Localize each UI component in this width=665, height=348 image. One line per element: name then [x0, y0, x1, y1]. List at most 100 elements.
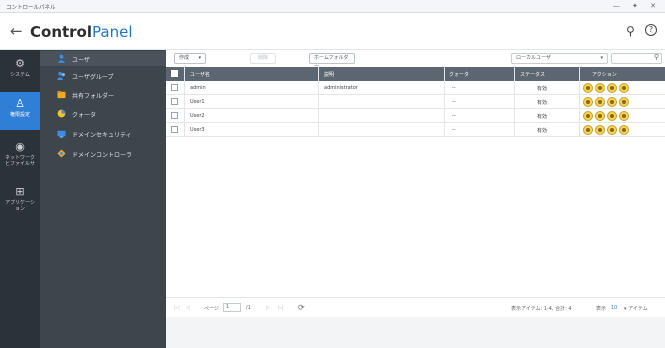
window-controls[interactable]: — ✦ ✕ [613, 2, 661, 10]
column-header-actions: アクション [592, 72, 617, 78]
rail-item-applications[interactable]: ⊞ アプリケーシ ョン [0, 180, 40, 224]
column-divider [579, 67, 580, 137]
edit-groups-icon[interactable] [595, 125, 605, 135]
edit-account-icon[interactable] [583, 125, 593, 135]
last-page-icon[interactable]: ▷| [278, 305, 284, 311]
delete-button[interactable]: 削除 [250, 53, 276, 64]
edit-quota-icon[interactable] [619, 111, 629, 121]
create-button-label: 作成 [179, 55, 190, 61]
edit-account-icon[interactable] [583, 83, 593, 93]
subnav-item-shared-folders[interactable]: 共有フォルダー [40, 87, 166, 102]
column-divider [514, 67, 515, 137]
subnav-item-label: ユーザグループ [72, 74, 114, 81]
bottom-area [166, 317, 665, 348]
domain-controller-icon [57, 149, 66, 158]
back-arrow-icon[interactable]: ← [10, 22, 23, 40]
cell-status: 有効 [537, 114, 548, 120]
table-row[interactable]: User2 -- 有効 [166, 109, 665, 123]
cell-quota: -- [452, 85, 456, 91]
subnav-item-domain-security[interactable]: ドメインセキュリティ [40, 126, 166, 141]
column-header-description[interactable]: 説明 [324, 71, 334, 78]
table-row[interactable]: User3 -- 有効 [166, 123, 665, 137]
edit-quota-icon[interactable] [619, 125, 629, 135]
app-title: ControlPanel [30, 23, 132, 41]
chevron-down-icon: ▾ [600, 55, 603, 61]
table-row[interactable]: User1 -- 有効 [166, 95, 665, 109]
search-input[interactable]: ⚲ [611, 53, 662, 64]
subnav-item-label: ドメインセキュリティ [72, 132, 132, 139]
cell-username: User1 [190, 99, 205, 105]
cell-username: User3 [190, 127, 205, 133]
select-all-checkbox[interactable] [171, 70, 178, 77]
help-icon[interactable]: ? [645, 24, 657, 36]
category-rail: ⚙ システム ♙ 権限設定 ◉ ネットワーク とファイルサ ⊞ アプリケーシ ョ… [0, 50, 40, 348]
edit-groups-icon[interactable] [595, 83, 605, 93]
cell-quota: -- [452, 127, 456, 133]
prev-page-icon[interactable]: ◁ [186, 305, 190, 311]
rail-item-label: アプリケーシ ョン [5, 200, 35, 212]
table-row[interactable]: admin administrator -- 有効 [166, 81, 665, 95]
cell-status: 有効 [537, 128, 548, 134]
row-actions [583, 125, 633, 135]
edit-account-icon[interactable] [583, 111, 593, 121]
column-divider [184, 67, 185, 137]
rail-item-label: 権限設定 [9, 112, 30, 118]
shared-folder-icon [57, 90, 66, 99]
cell-description: administrator [324, 85, 358, 91]
cell-username: User2 [190, 113, 205, 119]
edit-permissions-icon[interactable] [607, 125, 617, 135]
page-number-input[interactable]: 1 [223, 303, 241, 312]
refresh-icon[interactable]: ⟳ [298, 303, 305, 312]
user-type-select[interactable]: ローカルユーザ ▾ [511, 53, 608, 64]
user-type-select-value: ローカルユーザ [516, 55, 551, 61]
row-checkbox[interactable] [171, 126, 178, 133]
rail-item-label: システム [10, 72, 30, 78]
edit-groups-icon[interactable] [595, 97, 605, 107]
row-checkbox[interactable] [171, 98, 178, 105]
edit-account-icon[interactable] [583, 97, 593, 107]
edit-permissions-icon[interactable] [607, 111, 617, 121]
user-icon: ♙ [15, 97, 25, 110]
column-header-username[interactable]: ユーザ名 [190, 71, 210, 78]
chevron-down-icon: ▾ [198, 55, 201, 61]
per-page-select[interactable]: 10 [611, 305, 617, 311]
rail-item-permissions[interactable]: ♙ 権限設定 [0, 92, 40, 130]
toolbar: 作成 ▾ 削除 ホームフォルダー ローカルユーザ ▾ ⚲ [166, 50, 665, 70]
user-icon [57, 54, 66, 63]
row-checkbox[interactable] [171, 84, 178, 91]
edit-permissions-icon[interactable] [607, 83, 617, 93]
sub-navigation: ユーザ ユーザグループ 共有フォルダー クォータ ドメインセキュリティ ドメイン… [40, 50, 166, 348]
first-page-icon[interactable]: |◁ [174, 305, 180, 311]
pagination-bar: |◁ ◁ ページ 1 /1 ▷ ▷| ⟳ 表示アイテム: 1-4, 合計: 4 … [166, 297, 665, 317]
edit-groups-icon[interactable] [595, 111, 605, 121]
subnav-item-label: ドメインコントローラ [72, 152, 133, 159]
per-page-suffix: ▾ アイテム [624, 306, 648, 312]
cell-status: 有効 [537, 100, 548, 106]
rail-item-system[interactable]: ⚙ システム [0, 52, 40, 90]
app-title-prefix: Control [30, 23, 93, 41]
row-checkbox[interactable] [171, 112, 178, 119]
subnav-item-users[interactable]: ユーザ [40, 51, 166, 66]
rail-item-network[interactable]: ◉ ネットワーク とファイルサ [0, 135, 40, 179]
cell-quota: -- [452, 99, 456, 105]
network-icon: ◉ [15, 140, 25, 153]
edit-quota-icon[interactable] [619, 97, 629, 107]
cell-quota: -- [452, 113, 456, 119]
search-icon[interactable]: ⚲ [626, 24, 635, 38]
subnav-item-user-groups[interactable]: ユーザグループ [40, 68, 166, 83]
column-header-status[interactable]: ステータス [520, 71, 545, 78]
edit-permissions-icon[interactable] [607, 97, 617, 107]
main-content: 作成 ▾ 削除 ホームフォルダー ローカルユーザ ▾ ⚲ ユーザ名 説明 クォー… [166, 50, 665, 348]
subnav-item-label: クォータ [72, 112, 97, 119]
edit-quota-icon[interactable] [619, 83, 629, 93]
column-header-quota[interactable]: クォータ [449, 71, 469, 78]
subnav-item-quota[interactable]: クォータ [40, 106, 166, 121]
rail-item-label: ネットワーク とファイルサ [4, 155, 35, 167]
next-page-icon[interactable]: ▷ [266, 305, 270, 311]
page-total: /1 [246, 305, 251, 311]
home-folder-button[interactable]: ホームフォルダー [309, 53, 355, 70]
create-button[interactable]: 作成 ▾ [174, 53, 206, 64]
subnav-item-domain-controller[interactable]: ドメインコントローラ [40, 146, 166, 161]
table-header: ユーザ名 説明 クォータ ステータス アクション [166, 67, 665, 81]
row-actions [583, 83, 633, 93]
